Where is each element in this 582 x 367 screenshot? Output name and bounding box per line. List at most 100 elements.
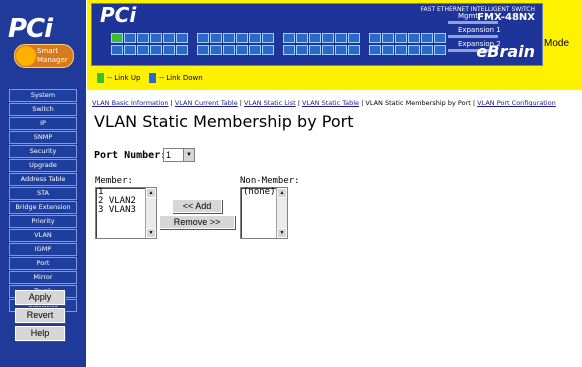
non-member-listbox[interactable]: (none) ▲ ▼	[240, 187, 288, 239]
port-3[interactable]	[124, 33, 136, 43]
smart-manager-badge: Smart Manager	[14, 44, 74, 68]
sidebar-item-system[interactable]: System	[9, 89, 77, 102]
remove-button[interactable]: Remove >>	[159, 215, 235, 229]
port-47[interactable]	[434, 33, 446, 43]
port-36[interactable]	[348, 45, 360, 55]
link-down-swatch	[149, 73, 156, 83]
port-23[interactable]	[262, 33, 274, 43]
sidebar-item-switch[interactable]: Switch	[9, 103, 77, 116]
sidebar-item-priority[interactable]: Priority	[9, 215, 77, 228]
sidebar-item-upgrade[interactable]: Upgrade	[9, 159, 77, 172]
port-4[interactable]	[124, 45, 136, 55]
sidebar-item-vlan[interactable]: VLAN	[9, 229, 77, 242]
port-33[interactable]	[335, 33, 347, 43]
mgmt-label: Mgmt	[458, 12, 479, 20]
scroll-up-icon[interactable]: ▲	[146, 188, 156, 198]
link-up-swatch	[97, 73, 104, 83]
port-24[interactable]	[262, 45, 274, 55]
port-19[interactable]	[236, 33, 248, 43]
pci-logo: PCi	[8, 16, 78, 42]
port-32[interactable]	[322, 45, 334, 55]
port-35[interactable]	[348, 33, 360, 43]
port-7[interactable]	[150, 33, 162, 43]
port-9[interactable]	[163, 33, 175, 43]
port-41[interactable]	[395, 33, 407, 43]
port-5[interactable]	[137, 33, 149, 43]
member-label: Member:	[95, 176, 133, 186]
revert-button[interactable]: Revert	[15, 308, 65, 323]
port-17[interactable]	[223, 33, 235, 43]
port-42[interactable]	[395, 45, 407, 55]
link-up-legend: -- Link Up	[107, 74, 141, 82]
breadcrumb-vlan-port-configuration[interactable]: VLAN Port Configuration	[477, 99, 556, 107]
port-37[interactable]	[369, 33, 381, 43]
port-6[interactable]	[137, 45, 149, 55]
port-25[interactable]	[283, 33, 295, 43]
non-member-label: Non-Member:	[240, 176, 300, 186]
sidebar-item-sta[interactable]: STA	[9, 187, 77, 200]
port-14[interactable]	[197, 45, 209, 55]
scroll-up-icon[interactable]: ▲	[277, 188, 287, 198]
link-down-legend: -- Link Down	[159, 74, 203, 82]
port-43[interactable]	[408, 33, 420, 43]
breadcrumb-vlan-static-list[interactable]: VLAN Static List	[244, 99, 296, 107]
sidebar-item-security[interactable]: Security	[9, 145, 77, 158]
port-1[interactable]	[111, 33, 123, 43]
breadcrumb-current: VLAN Static Membership by Port	[365, 99, 471, 107]
port-34[interactable]	[335, 45, 347, 55]
switch-front-panel: PCi FAST ETHERNET INTELLIGENT SWITCH FMX…	[91, 3, 543, 66]
port-44[interactable]	[408, 45, 420, 55]
port-29[interactable]	[309, 33, 321, 43]
port-16[interactable]	[210, 45, 222, 55]
port-2[interactable]	[111, 45, 123, 55]
port-number-label: Port Number:	[94, 150, 167, 161]
sidebar-item-snmp[interactable]: SNMP	[9, 131, 77, 144]
add-button[interactable]: << Add	[172, 199, 222, 213]
help-button[interactable]: Help	[15, 326, 65, 341]
port-number-select[interactable]: 1 ▼	[163, 148, 195, 162]
port-45[interactable]	[421, 33, 433, 43]
member-listbox[interactable]: 1 2 VLAN2 3 VLAN3 ▲ ▼	[95, 187, 157, 239]
port-28[interactable]	[296, 45, 308, 55]
ebrain-logo: eBrain	[476, 42, 535, 61]
non-member-scrollbar[interactable]: ▲ ▼	[276, 188, 287, 238]
port-30[interactable]	[309, 45, 321, 55]
port-10[interactable]	[163, 45, 175, 55]
badge-circle-icon	[16, 46, 36, 66]
port-31[interactable]	[322, 33, 334, 43]
sidebar-item-bridge-extension[interactable]: Bridge Extension	[9, 201, 77, 214]
port-46[interactable]	[421, 45, 433, 55]
sidebar-item-igmp[interactable]: IGMP	[9, 243, 77, 256]
port-22[interactable]	[249, 45, 261, 55]
port-20[interactable]	[236, 45, 248, 55]
port-12[interactable]	[176, 45, 188, 55]
mode-label: Mode	[544, 38, 570, 49]
expansion1-slot	[448, 35, 498, 38]
sidebar-item-address-table[interactable]: Address Table	[9, 173, 77, 186]
scroll-down-icon[interactable]: ▼	[277, 228, 287, 238]
port-18[interactable]	[223, 45, 235, 55]
port-13[interactable]	[197, 33, 209, 43]
breadcrumb-vlan-basic-information[interactable]: VLAN Basic Information	[92, 99, 169, 107]
port-38[interactable]	[369, 45, 381, 55]
port-15[interactable]	[210, 33, 222, 43]
breadcrumb-vlan-current-table[interactable]: VLAN Current Table	[175, 99, 238, 107]
apply-button[interactable]: Apply	[15, 290, 65, 305]
badge-line-2: Manager	[37, 56, 68, 64]
port-27[interactable]	[296, 33, 308, 43]
chevron-down-icon[interactable]: ▼	[183, 149, 194, 161]
port-39[interactable]	[382, 33, 394, 43]
port-11[interactable]	[176, 33, 188, 43]
port-40[interactable]	[382, 45, 394, 55]
port-8[interactable]	[150, 45, 162, 55]
port-26[interactable]	[283, 45, 295, 55]
scroll-down-icon[interactable]: ▼	[146, 228, 156, 238]
sidebar-item-port[interactable]: Port	[9, 257, 77, 270]
port-21[interactable]	[249, 33, 261, 43]
member-scrollbar[interactable]: ▲ ▼	[145, 188, 156, 238]
port-48[interactable]	[434, 45, 446, 55]
panel-logo: PCi	[100, 3, 137, 27]
sidebar-item-ip[interactable]: IP	[9, 117, 77, 130]
sidebar-item-mirror[interactable]: Mirror	[9, 271, 77, 284]
breadcrumb-vlan-static-table[interactable]: VLAN Static Table	[302, 99, 359, 107]
